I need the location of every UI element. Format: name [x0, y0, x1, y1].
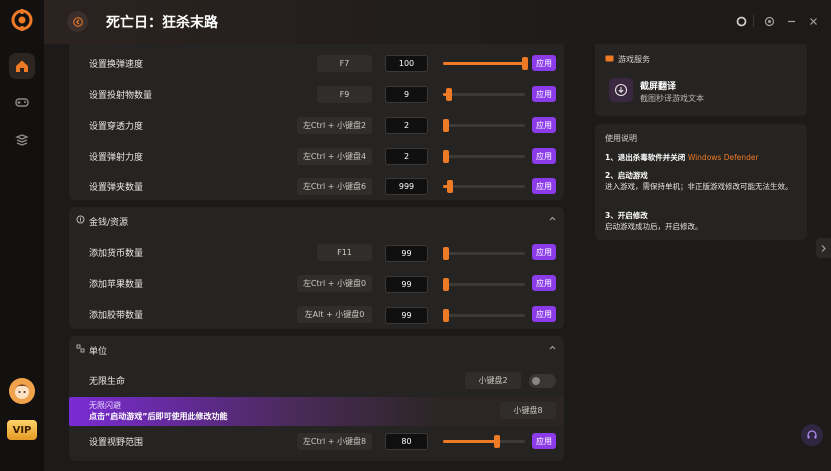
hotkey-box[interactable]: F9 — [317, 86, 372, 103]
page-title: 死亡日：狂杀末路 — [106, 15, 218, 31]
stack-icon[interactable] — [9, 127, 35, 153]
divider — [753, 15, 754, 27]
guide-step-title: 1、退出杀毒软件并关闭 — [605, 153, 688, 162]
apply-button[interactable]: 应用 — [532, 86, 556, 102]
unit-icon — [76, 344, 85, 356]
row-label: 设置换弹速度 — [89, 60, 144, 70]
row-label: 设置视野范围 — [89, 438, 144, 448]
value-slider[interactable] — [443, 247, 525, 260]
value-slider[interactable] — [443, 180, 525, 193]
guide-highlight: Windows Defender — [687, 153, 759, 162]
chevron-up-icon[interactable] — [548, 343, 557, 355]
hotkey-box[interactable]: 左Ctrl + 小键盘2 — [297, 117, 372, 134]
hotkey-box[interactable]: F11 — [317, 244, 372, 261]
row-label: 添加苹果数量 — [89, 280, 144, 290]
apply-button[interactable]: 应用 — [532, 275, 556, 291]
headset-icon[interactable] — [801, 424, 823, 446]
value-slider[interactable] — [443, 150, 525, 163]
app-logo-icon[interactable] — [11, 9, 33, 31]
sync-icon[interactable] — [761, 13, 777, 29]
chevron-up-icon[interactable] — [548, 214, 557, 226]
hotkey-box[interactable]: 左Ctrl + 小键盘6 — [297, 178, 372, 195]
vip-badge[interactable]: VIP — [7, 420, 37, 440]
locked-feature-label: 无限闪避 — [89, 401, 121, 410]
guide-step-text: 进入游戏，需保持单机；非正版游戏修改可能无法生效。 — [605, 182, 793, 191]
row-label: 设置弹夹数量 — [89, 183, 144, 193]
value-slider[interactable] — [443, 309, 525, 322]
hotkey-box[interactable]: F7 — [317, 55, 372, 72]
row-label: 无限生命 — [89, 377, 126, 387]
row-label: 设置弹射力度 — [89, 153, 144, 163]
row-label: 添加胶带数量 — [89, 311, 144, 321]
value-input[interactable]: 99 — [385, 276, 428, 293]
hotkey-box[interactable]: 左Alt + 小键盘0 — [297, 306, 372, 323]
close-icon[interactable] — [805, 13, 821, 29]
row-label: 设置穿透力度 — [89, 122, 144, 132]
hotkey-box[interactable]: 左Ctrl + 小键盘4 — [297, 148, 372, 165]
service-title: 游戏服务 — [618, 55, 650, 64]
apply-button[interactable]: 应用 — [532, 55, 556, 71]
value-slider[interactable] — [443, 119, 525, 132]
value-slider[interactable] — [443, 435, 525, 448]
guide-step-2: 2、启动游戏 进入游戏，需保持单机；非正版游戏修改可能无法生效。 — [605, 170, 801, 192]
apply-button[interactable]: 应用 — [532, 306, 556, 322]
value-input[interactable]: 80 — [385, 433, 428, 450]
home-icon[interactable] — [9, 53, 35, 79]
guide-step-text: 启动游戏成功后，开启修改。 — [605, 222, 703, 231]
back-arrow-icon[interactable] — [67, 11, 88, 32]
apply-button[interactable]: 应用 — [532, 117, 556, 133]
value-slider[interactable] — [443, 57, 528, 70]
toggle-switch[interactable] — [529, 374, 556, 388]
apply-button[interactable]: 应用 — [532, 244, 556, 260]
coin-icon — [76, 215, 85, 227]
guide-step-1: 1、退出杀毒软件并关闭 Windows Defender — [605, 152, 759, 163]
value-input[interactable]: 99 — [385, 245, 428, 262]
value-input[interactable]: 2 — [385, 117, 428, 134]
service-desc: 截图秒译游戏文本 — [640, 94, 704, 103]
record-icon[interactable] — [733, 13, 749, 29]
hotkey-box[interactable]: 左Ctrl + 小键盘0 — [297, 275, 372, 292]
hotkey-box[interactable]: 左Ctrl + 小键盘8 — [297, 433, 372, 450]
guide-step-title: 2、启动游戏 — [605, 171, 648, 180]
value-input[interactable]: 999 — [385, 178, 428, 195]
service-name[interactable]: 截屏翻译 — [640, 79, 676, 92]
guide-step-title: 3、开启修改 — [605, 211, 648, 220]
value-input[interactable]: 99 — [385, 307, 428, 324]
hotkey-box[interactable]: 小键盘2 — [465, 372, 521, 389]
value-input[interactable]: 100 — [385, 55, 428, 72]
apply-button[interactable]: 应用 — [532, 148, 556, 164]
hotkey-box[interactable]: 小键盘8 — [500, 402, 556, 419]
row-label: 设置投射物数量 — [89, 91, 153, 101]
apply-button[interactable]: 应用 — [532, 433, 556, 449]
locked-feature-hint: 点击“启动游戏”后即可使用此修改功能 — [89, 412, 228, 421]
apply-button[interactable]: 应用 — [532, 178, 556, 194]
value-slider[interactable] — [443, 278, 525, 291]
avatar[interactable] — [9, 378, 35, 404]
chevron-right-icon[interactable] — [816, 238, 831, 258]
row-label: 添加货币数量 — [89, 249, 144, 259]
service-icon — [605, 54, 614, 66]
section-title: 单位 — [89, 347, 108, 357]
screenshot-translate-icon[interactable] — [609, 78, 633, 102]
value-slider[interactable] — [443, 88, 525, 101]
guide-title: 使用说明 — [605, 134, 637, 143]
value-input[interactable]: 2 — [385, 148, 428, 165]
minimize-icon[interactable] — [783, 13, 799, 29]
section-title: 金钱/资源 — [89, 218, 129, 228]
value-input[interactable]: 9 — [385, 86, 428, 103]
guide-step-3: 3、开启修改 启动游戏成功后，开启修改。 — [605, 210, 801, 232]
gamepad-icon[interactable] — [9, 89, 35, 115]
